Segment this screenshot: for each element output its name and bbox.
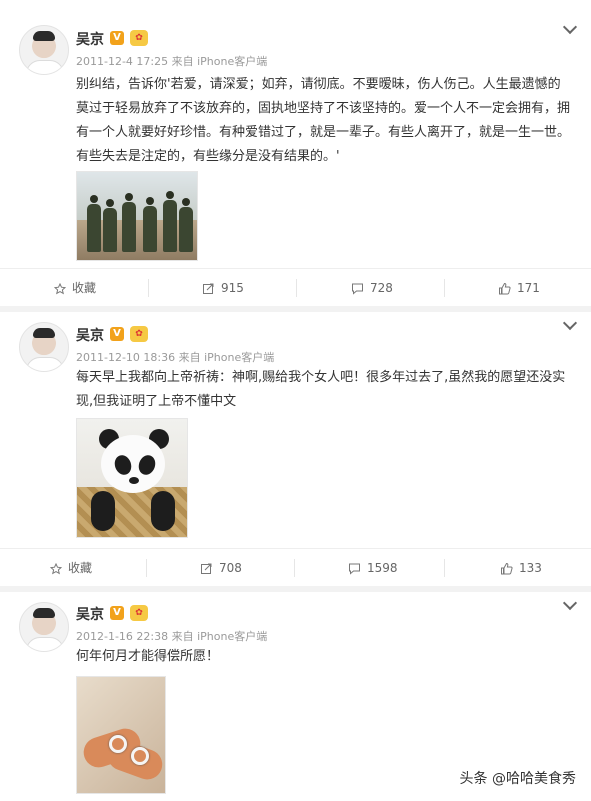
post-meta: 2012-1-16 22:38 来自 iPhone客户端 xyxy=(76,630,268,643)
like-button[interactable]: 133 xyxy=(500,549,542,587)
repost-count: 915 xyxy=(221,281,244,295)
thumbs-up-icon xyxy=(499,282,511,295)
avatar[interactable] xyxy=(19,25,69,75)
chevron-down-icon[interactable] xyxy=(562,315,578,331)
comment-button[interactable]: 728 xyxy=(351,269,393,307)
username[interactable]: 吴京 xyxy=(76,604,104,624)
weibo-post-2: 吴京 V ✿ 2011-12-10 18:36 来自 iPhone客户端 每天早… xyxy=(0,312,591,548)
chevron-down-icon[interactable] xyxy=(562,19,578,35)
username[interactable]: 吴京 xyxy=(76,325,104,345)
thumbs-up-icon xyxy=(501,562,513,575)
like-count: 133 xyxy=(519,561,542,575)
star-icon xyxy=(53,282,67,294)
collect-button[interactable]: 收藏 xyxy=(49,549,93,587)
weibo-post-1: 吴京 V ✿ 2011-12-4 17:25 来自 iPhone客户端 别纠结，… xyxy=(0,0,591,268)
post-1-actions: 收藏 915 728 171 xyxy=(0,268,591,307)
post-text: 别纠结，告诉你'若爱，请深爱；如弃，请彻底。不要暧昧，伤人伤己。人生最遗憾的莫过… xyxy=(76,77,571,164)
like-button[interactable]: 171 xyxy=(498,269,540,307)
repost-button[interactable]: 708 xyxy=(200,549,242,587)
post-text: 何年何月才能得偿所愿！ xyxy=(76,649,220,664)
divider xyxy=(148,279,149,297)
username[interactable]: 吴京 xyxy=(76,29,104,49)
avatar[interactable] xyxy=(19,322,69,372)
post-image[interactable] xyxy=(76,171,198,261)
divider xyxy=(444,279,445,297)
post-meta: 2011-12-4 17:25 来自 iPhone客户端 xyxy=(76,55,268,68)
star-icon xyxy=(49,562,63,574)
comment-count: 1598 xyxy=(367,561,398,575)
verified-badge-icon: V xyxy=(110,31,124,45)
collect-label: 收藏 xyxy=(68,561,93,575)
divider xyxy=(444,559,445,577)
comment-button[interactable]: 1598 xyxy=(348,549,398,587)
collect-label: 收藏 xyxy=(72,281,97,295)
avatar[interactable] xyxy=(19,602,69,652)
like-count: 171 xyxy=(517,281,540,295)
member-badge-icon: ✿ xyxy=(130,30,148,46)
verified-badge-icon: V xyxy=(110,327,124,341)
watermark: 头条 @哈哈美食秀 xyxy=(456,767,579,789)
comment-count: 728 xyxy=(370,281,393,295)
member-badge-icon: ✿ xyxy=(130,605,148,621)
post-2-actions: 收藏 708 1598 133 xyxy=(0,548,591,587)
divider xyxy=(294,559,295,577)
repost-button[interactable]: 915 xyxy=(202,269,244,307)
repost-icon xyxy=(203,283,214,294)
verified-badge-icon: V xyxy=(110,606,124,620)
divider xyxy=(146,559,147,577)
repost-icon xyxy=(201,563,212,574)
comment-icon xyxy=(352,283,363,295)
collect-button[interactable]: 收藏 xyxy=(53,269,97,307)
divider xyxy=(296,279,297,297)
comment-icon xyxy=(349,563,360,575)
post-meta: 2011-12-10 18:36 来自 iPhone客户端 xyxy=(76,351,275,364)
post-text: 每天早上我都向上帝祈祷：神啊,赐给我个女人吧！很多年过去了,虽然我的愿望还没实现… xyxy=(76,370,566,409)
post-image[interactable] xyxy=(76,418,188,538)
member-badge-icon: ✿ xyxy=(130,326,148,342)
chevron-down-icon[interactable] xyxy=(562,595,578,611)
post-image[interactable] xyxy=(76,676,166,794)
repost-count: 708 xyxy=(219,561,242,575)
